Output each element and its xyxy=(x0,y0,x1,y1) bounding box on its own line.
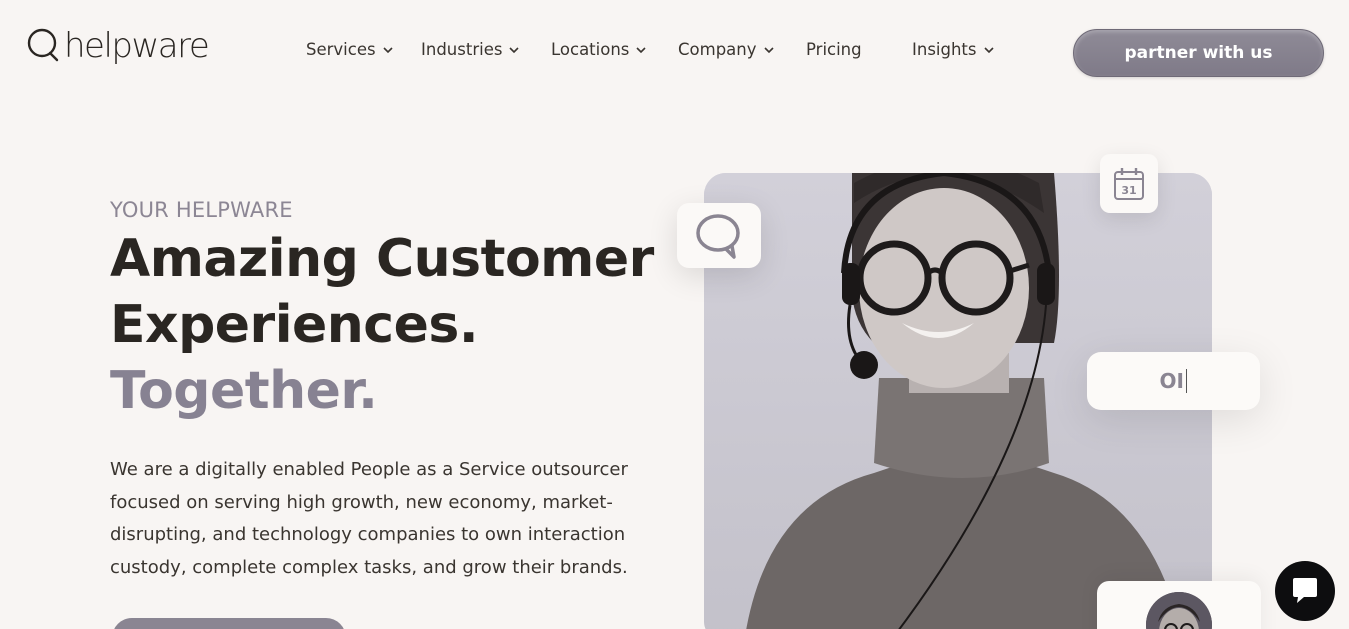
chevron-down-icon xyxy=(983,46,994,53)
partner-with-us-button[interactable]: partner with us xyxy=(1073,29,1324,77)
nav-industries[interactable]: Industries xyxy=(421,40,520,59)
chevron-down-icon xyxy=(383,46,393,53)
chevron-down-icon xyxy=(636,46,646,53)
hero-title-line-2: Experiences. xyxy=(110,295,479,355)
hero-description: We are a digitally enabled People as a S… xyxy=(110,459,628,579)
nav-pricing[interactable]: Pricing xyxy=(806,40,862,59)
chat-card xyxy=(677,203,761,268)
nav-label: Locations xyxy=(551,40,630,59)
nav-label: Company xyxy=(678,40,757,59)
nav-services[interactable]: Services xyxy=(306,40,394,59)
nav-insights[interactable]: Insights xyxy=(912,40,995,59)
chat-bubble-icon xyxy=(696,213,740,259)
avatar xyxy=(1146,592,1212,629)
hero-title-line-3: Together. xyxy=(110,361,378,421)
chevron-down-icon xyxy=(509,46,520,53)
hero-title-line-1: Amazing Customer xyxy=(110,229,654,289)
text-caret xyxy=(1185,369,1188,393)
hero-eyebrow: YOUR HELPWARE xyxy=(110,198,293,222)
nav-company[interactable]: Company xyxy=(678,40,775,59)
calendar-card: 31 xyxy=(1100,154,1158,213)
chevron-down-icon xyxy=(763,46,774,53)
nav-label: Insights xyxy=(912,40,977,59)
nav-label: Industries xyxy=(421,40,503,59)
live-chat-button[interactable] xyxy=(1275,561,1335,621)
typing-card: OI xyxy=(1087,352,1260,410)
avatar-card xyxy=(1097,581,1261,629)
calendar-icon: 31 xyxy=(1114,167,1144,200)
chat-icon xyxy=(1293,578,1317,603)
hero-cta-button[interactable] xyxy=(112,618,346,629)
typing-text: OI xyxy=(1159,369,1184,393)
calendar-day: 31 xyxy=(1121,184,1136,197)
man-portrait xyxy=(1146,592,1212,629)
nav-label: Pricing xyxy=(806,40,862,59)
nav-locations[interactable]: Locations xyxy=(551,40,647,59)
nav-label: Services xyxy=(306,40,376,59)
